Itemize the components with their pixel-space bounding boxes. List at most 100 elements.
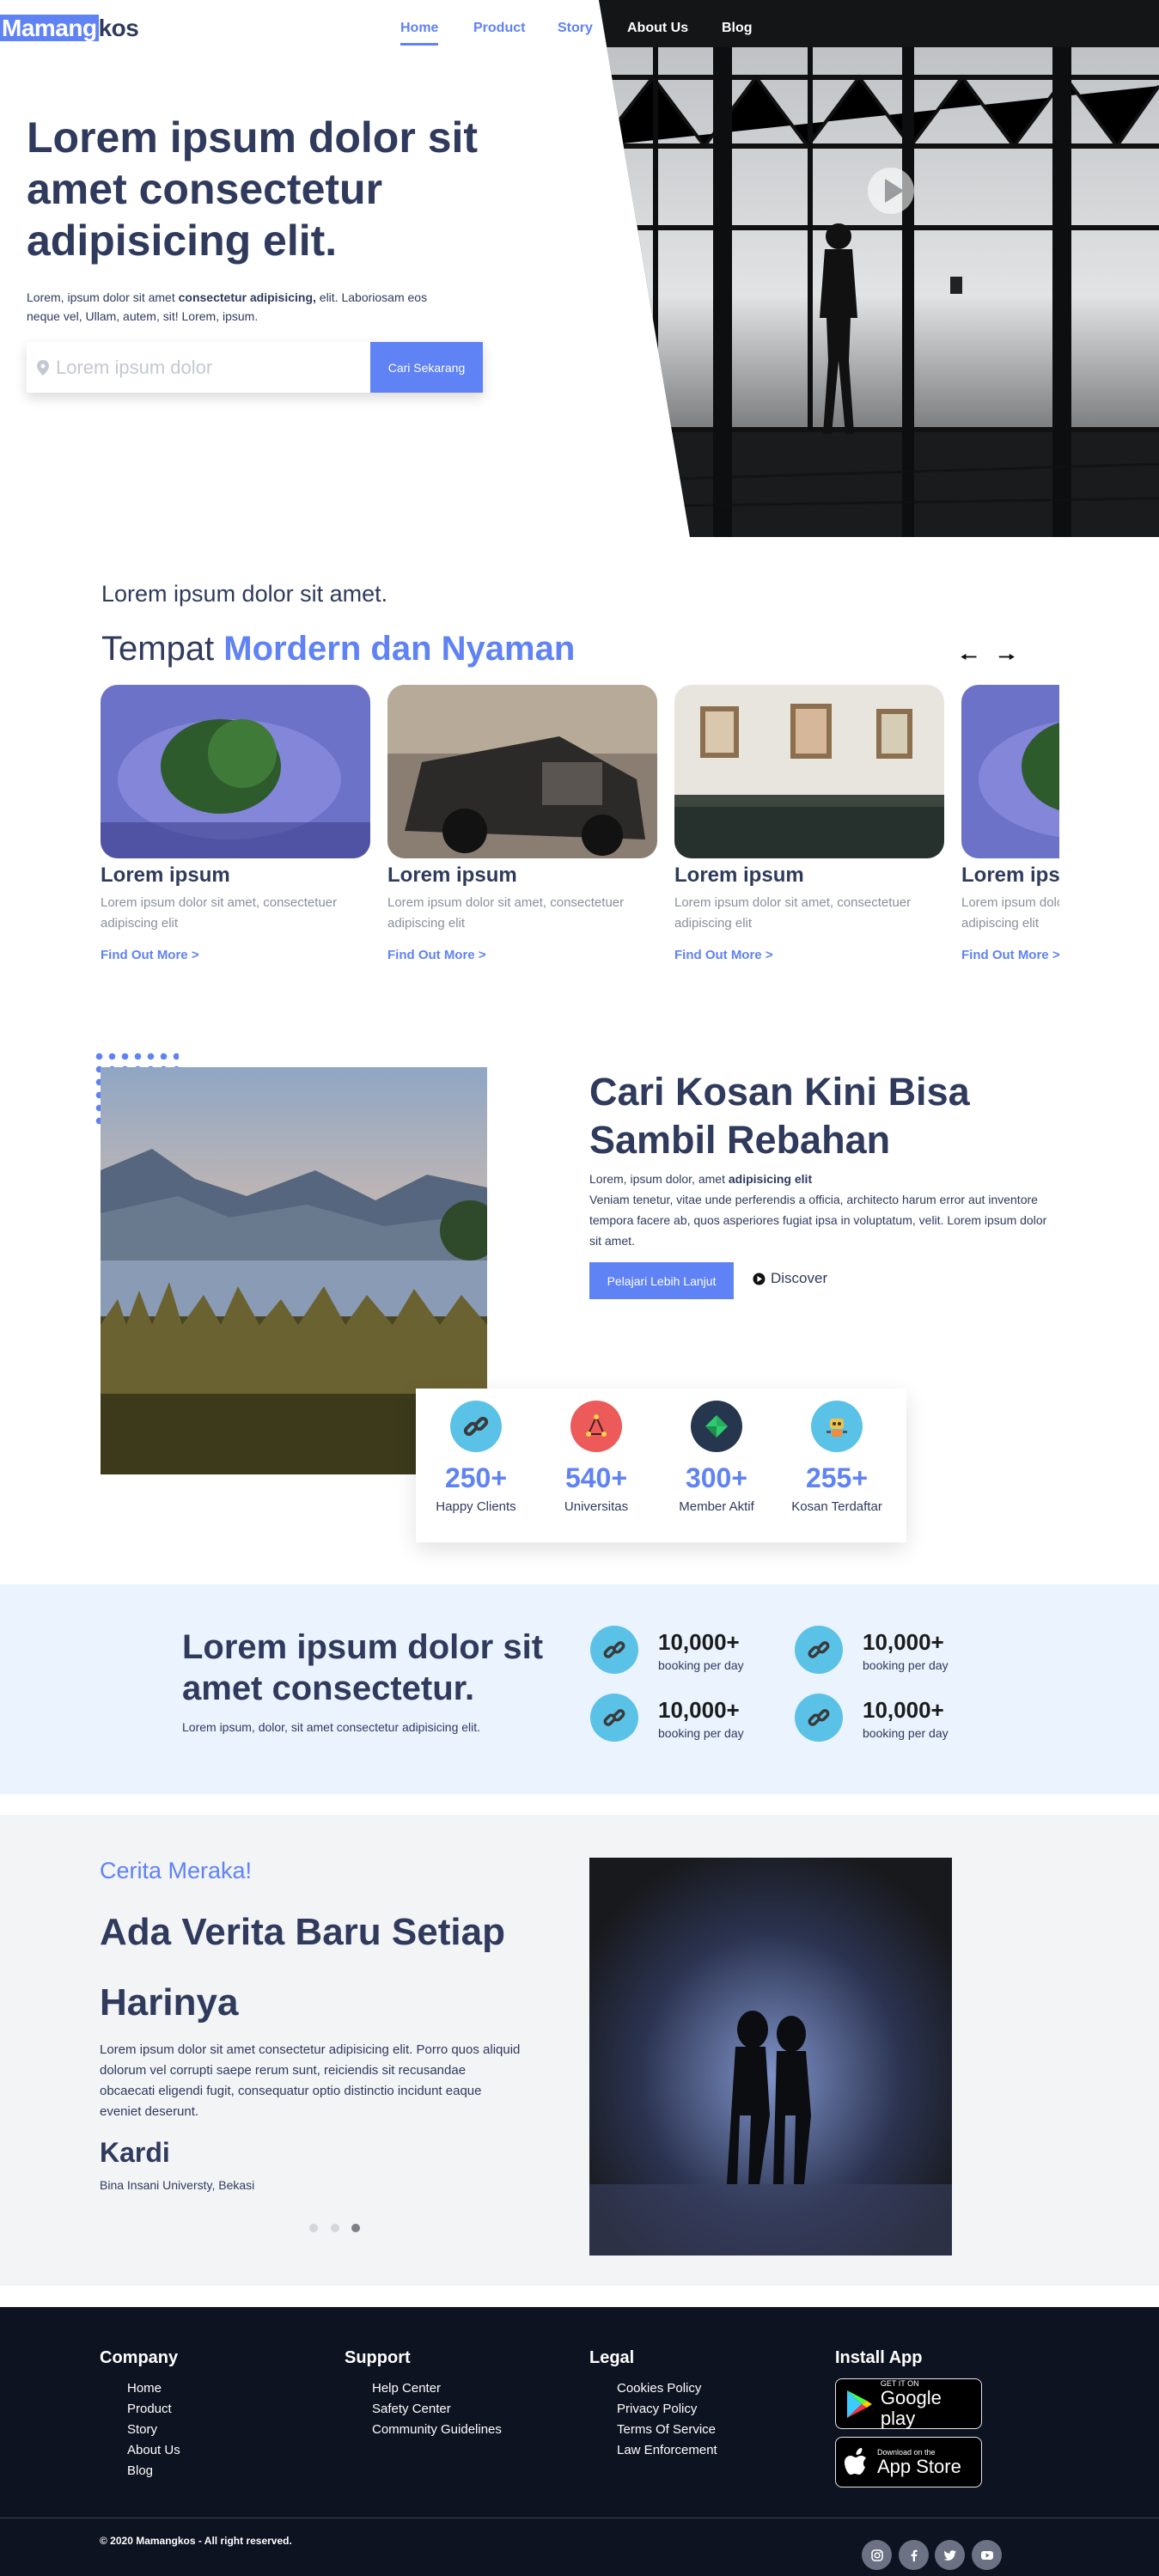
- nav-product[interactable]: Product: [473, 21, 525, 36]
- link-icon: [795, 1626, 843, 1674]
- nav-story[interactable]: Story: [558, 21, 593, 36]
- stat-value: 300+: [685, 1462, 748, 1493]
- learn-more-button[interactable]: Pelajari Lebih Lanjut: [589, 1262, 734, 1299]
- store-small-text: Download on the: [877, 2447, 936, 2457]
- network-icon: [570, 1401, 622, 1452]
- play-circle-icon: [753, 1273, 766, 1285]
- search-placeholder: Lorem ipsum dolor: [56, 356, 213, 378]
- hero-section: Mamangkos Home Product Story About Us Bl…: [0, 0, 1159, 537]
- card-image: [387, 685, 657, 858]
- place-card[interactable]: Lorem ipsum Lorem ipsum dolor sit amet, …: [961, 685, 1059, 962]
- footer-link[interactable]: About Us: [127, 2440, 180, 2461]
- store-small-text: GET IT ON: [880, 2378, 919, 2388]
- link-icon: [590, 1626, 638, 1674]
- carousel-dot[interactable]: [331, 2224, 339, 2232]
- youtube-icon[interactable]: [972, 2540, 1002, 2570]
- link-icon: [795, 1694, 843, 1742]
- booking-value: 10,000+: [863, 1697, 944, 1723]
- card-image: [961, 685, 1059, 858]
- search-bar: Lorem ipsum dolor Cari Sekarang: [27, 342, 483, 393]
- booking-title: Lorem ipsum dolor sit amet consectetur.: [182, 1628, 544, 1707]
- booking-label: booking per day: [658, 1726, 744, 1740]
- booking-stat: 10,000+ booking per day: [795, 1626, 992, 1681]
- nav-blog[interactable]: Blog: [722, 21, 753, 36]
- nav-about-us[interactable]: About Us: [627, 21, 688, 36]
- footer-link[interactable]: Product: [127, 2399, 180, 2420]
- carousel-dot[interactable]: [309, 2224, 318, 2232]
- footer-link[interactable]: Privacy Policy: [617, 2399, 717, 2420]
- stat-value: 540+: [564, 1462, 628, 1493]
- footer-column-company: Company Home Product Story About Us Blog: [100, 2348, 180, 2481]
- footer-column-title: Install App: [835, 2348, 923, 2367]
- stat-label: Happy Clients: [436, 1499, 516, 1514]
- hero-image: [599, 0, 1159, 537]
- story-title: Ada Verita Baru Setiap Harinya: [100, 1911, 505, 2024]
- apple-icon: [845, 2447, 866, 2475]
- card-image: [674, 685, 944, 858]
- footer-link[interactable]: Cookies Policy: [617, 2378, 717, 2399]
- card-link[interactable]: Find Out More >: [387, 948, 657, 962]
- hero-subtitle: Lorem, ipsum dolor sit amet consectetur …: [27, 288, 439, 326]
- footer-column-install: Install App: [835, 2348, 922, 2378]
- stat-item: 540+ Universitas: [536, 1401, 656, 1514]
- instagram-icon[interactable]: [862, 2540, 892, 2570]
- booking-label: booking per day: [658, 1658, 744, 1672]
- stat-label: Kosan Terdaftar: [791, 1499, 882, 1514]
- card-link[interactable]: Find Out More >: [674, 948, 944, 962]
- location-pin-icon: [37, 359, 49, 375]
- footer-link[interactable]: Blog: [127, 2461, 180, 2481]
- card-link[interactable]: Find Out More >: [101, 948, 370, 962]
- card-description: Lorem ipsum dolor sit amet, consectetuer…: [674, 895, 912, 931]
- places-title: Tempat Mordern dan Nyaman: [101, 630, 575, 668]
- gem-icon: [691, 1401, 742, 1452]
- booking-value: 10,000+: [658, 1629, 740, 1655]
- card-description: Lorem ipsum dolor sit amet, consectetuer…: [101, 895, 338, 931]
- footer-column-title: Support: [345, 2348, 411, 2367]
- places-title-plain: Tempat: [101, 630, 224, 668]
- copyright: © 2020 Mamangkos - All right reserved.: [100, 2535, 292, 2547]
- discover-link[interactable]: Discover: [753, 1270, 827, 1287]
- twitter-icon[interactable]: [935, 2540, 965, 2570]
- card-link[interactable]: Find Out More >: [961, 948, 1059, 962]
- place-card[interactable]: Lorem ipsum Lorem ipsum dolor sit amet, …: [674, 685, 944, 962]
- card-image: [101, 685, 370, 858]
- feature-text-bold: adipisicing elit: [728, 1172, 813, 1186]
- carousel-dot-active[interactable]: [351, 2224, 360, 2232]
- footer-column-title: Legal: [589, 2348, 635, 2367]
- stat-item: 250+ Happy Clients: [416, 1401, 536, 1514]
- feature-title: Cari Kosan Kini Bisa Sambil Rebahan: [589, 1070, 970, 1162]
- booking-stat: 10,000+ booking per day: [590, 1694, 788, 1749]
- brand-rest: kos: [98, 15, 139, 41]
- booking-subtitle: Lorem ipsum, dolor, sit amet consectetur…: [182, 1720, 481, 1734]
- link-icon: [450, 1401, 502, 1452]
- footer-link[interactable]: Story: [127, 2420, 180, 2440]
- search-button[interactable]: Cari Sekarang: [370, 342, 483, 393]
- brand-logo[interactable]: Mamangkos: [0, 15, 139, 42]
- stat-value: 250+: [444, 1462, 508, 1493]
- story-kicker: Cerita Meraka!: [100, 1858, 253, 1883]
- places-kicker: Lorem ipsum dolor sit amet.: [101, 581, 388, 607]
- place-card[interactable]: Lorem ipsum Lorem ipsum dolor sit amet, …: [387, 685, 657, 962]
- footer-link[interactable]: Home: [127, 2378, 180, 2399]
- feature-text: Lorem, ipsum dolor, amet adipisicing eli…: [589, 1169, 1062, 1251]
- footer-link[interactable]: Help Center: [372, 2378, 502, 2399]
- card-title: Lorem ipsum: [961, 864, 1059, 887]
- feature-text-pre: Lorem, ipsum dolor, amet: [589, 1172, 729, 1186]
- place-card[interactable]: Lorem ipsum Lorem ipsum dolor sit amet, …: [101, 685, 370, 962]
- story-author-role: Bina Insani Universty, Bekasi: [100, 2178, 255, 2192]
- hero-title: Lorem ipsum dolor sit amet consectetur a…: [27, 113, 479, 265]
- footer-link[interactable]: Safety Center: [372, 2399, 502, 2420]
- card-description: Lorem ipsum dolor sit amet, consectetuer…: [387, 895, 625, 931]
- booking-value: 10,000+: [658, 1697, 740, 1723]
- footer-link[interactable]: Terms Of Service: [617, 2420, 717, 2440]
- footer-column-legal: Legal Cookies Policy Privacy Policy Term…: [589, 2348, 717, 2461]
- footer-link[interactable]: Law Enforcement: [617, 2440, 717, 2461]
- facebook-icon[interactable]: [899, 2540, 929, 2570]
- google-play-button[interactable]: GET IT ON Google play: [835, 2378, 982, 2429]
- app-store-button[interactable]: Download on the App Store: [835, 2437, 982, 2487]
- nav-home[interactable]: Home: [400, 21, 439, 46]
- feature-text-post: Veniam tenetur, vitae unde perferendis a…: [589, 1193, 1047, 1248]
- robot-icon: [811, 1401, 863, 1452]
- footer-link[interactable]: Community Guidelines: [372, 2420, 502, 2440]
- search-input[interactable]: Lorem ipsum dolor: [27, 342, 370, 393]
